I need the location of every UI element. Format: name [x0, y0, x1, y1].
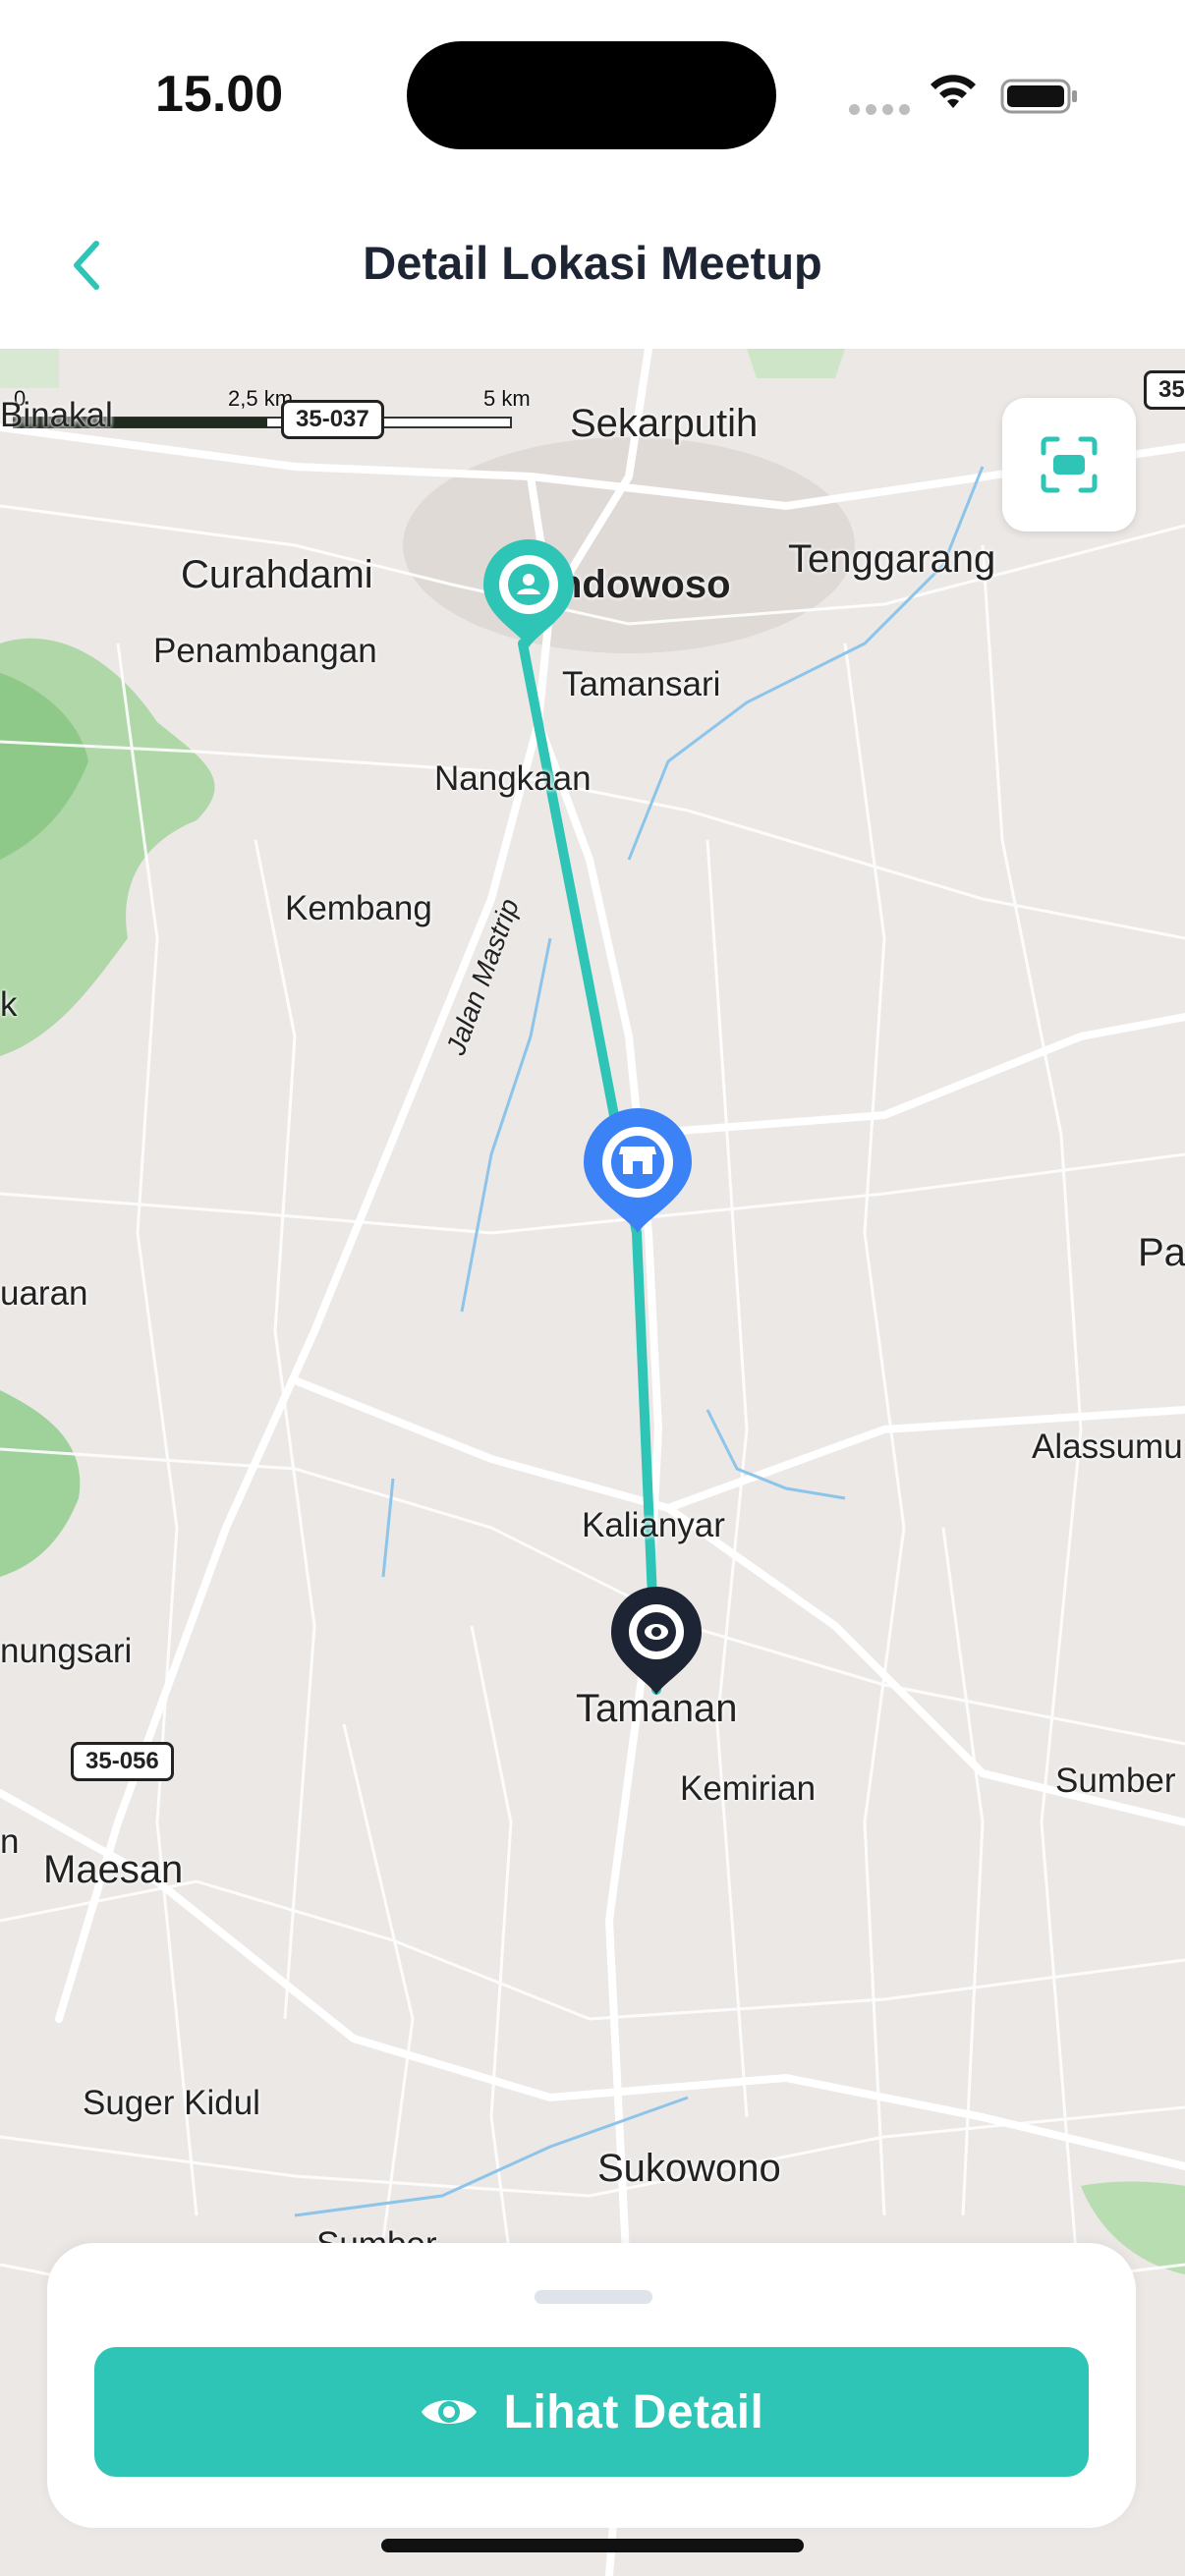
view-detail-label: Lihat Detail — [503, 2385, 764, 2438]
view-detail-button[interactable]: Lihat Detail — [94, 2347, 1089, 2477]
place-label-pa: Pa — [1138, 1231, 1185, 1274]
place-label-kalianyar: Kalianyar — [582, 1506, 725, 1544]
place-label-sukowono: Sukowono — [597, 2147, 781, 2190]
place-label-sumber-right: Sumber — [1055, 1762, 1176, 1800]
bottom-sheet: Lihat Detail — [47, 2243, 1136, 2528]
dynamic-island — [407, 41, 776, 149]
sheet-drag-handle[interactable] — [535, 2290, 652, 2304]
place-label-bondowoso: ndowoso — [558, 563, 731, 606]
place-label-nangkaan: Nangkaan — [434, 759, 592, 798]
road-shield-right: 35 — [1144, 370, 1185, 410]
map-view[interactable]: 0 2,5 km 5 km 35-037 35-056 35 Binakal S… — [0, 349, 1185, 2576]
battery-icon — [1000, 79, 1077, 114]
place-label-alassumur: Alassumu — [1032, 1428, 1183, 1466]
place-label-maesan: Maesan — [43, 1848, 184, 1891]
road-shield-top: 35-037 — [281, 400, 384, 439]
place-label-luaran: uaran — [0, 1274, 88, 1313]
place-label-curahdami: Curahdami — [181, 553, 373, 596]
user-location-pin-icon[interactable] — [480, 537, 578, 655]
scale-end-label: 5 km — [483, 386, 531, 411]
place-label-suger-kidul: Suger Kidul — [83, 2084, 260, 2122]
wifi-icon — [931, 75, 976, 108]
eye-icon — [421, 2400, 477, 2424]
page-title: Detail Lokasi Meetup — [363, 237, 822, 289]
home-indicator — [381, 2539, 804, 2552]
place-label-nungsari: nungsari — [0, 1632, 133, 1670]
place-label-k: k — [0, 985, 18, 1024]
place-label-sekarputih: Sekarputih — [570, 402, 759, 445]
place-label-tamansari: Tamansari — [562, 665, 721, 703]
eye-pin-icon[interactable] — [607, 1585, 705, 1703]
status-time: 15.00 — [155, 66, 284, 123]
place-label-binakal: Binakal — [0, 396, 113, 434]
place-label-n: n — [0, 1822, 20, 1861]
signal-icon — [849, 102, 916, 120]
nav-header: Detail Lokasi Meetup — [0, 187, 1185, 349]
focus-frame-icon — [1041, 436, 1098, 493]
road-shield-left: 35-056 — [71, 1742, 174, 1781]
place-label-tenggarang: Tenggarang — [788, 537, 996, 581]
recenter-button[interactable] — [1002, 398, 1136, 532]
store-pin-icon[interactable] — [580, 1107, 696, 1239]
place-label-penambangan: Penambangan — [153, 632, 377, 670]
place-label-kemirian: Kemirian — [680, 1769, 817, 1808]
place-label-kembang: Kembang — [285, 889, 432, 927]
status-bar: 15.00 — [0, 0, 1185, 187]
